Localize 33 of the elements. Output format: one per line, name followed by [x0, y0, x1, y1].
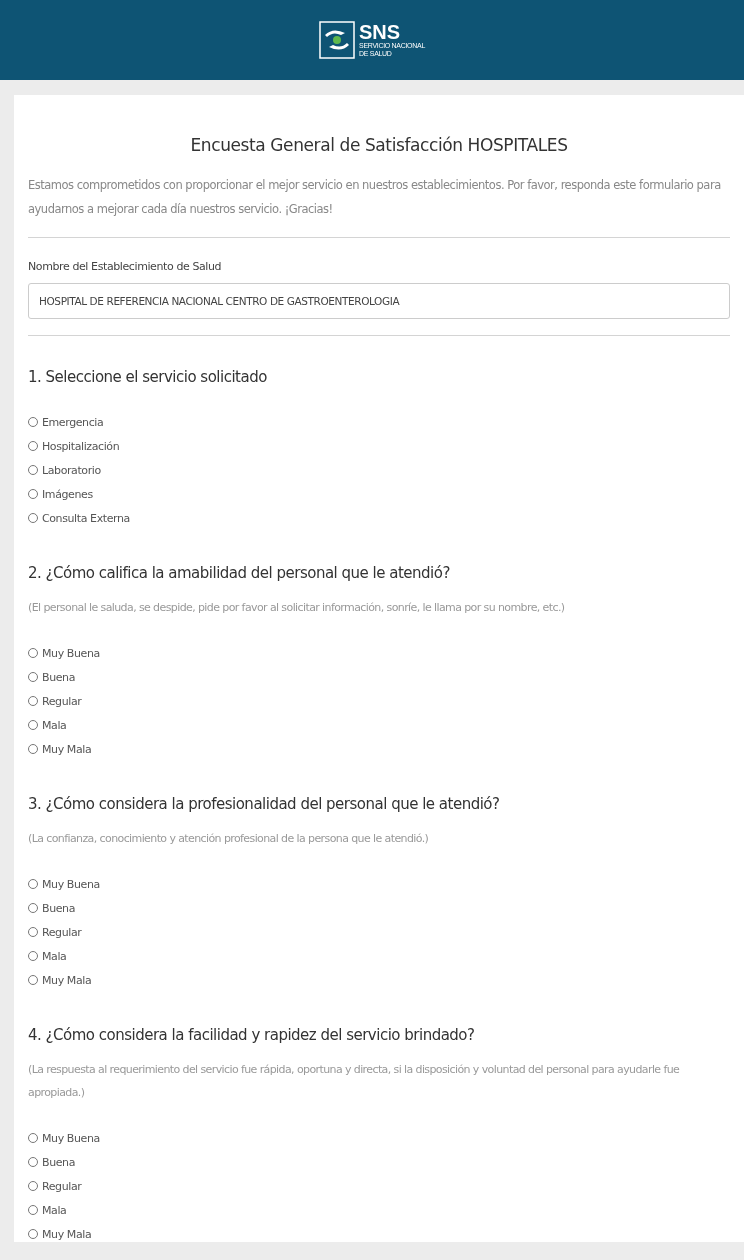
question-title: 1. Seleccione el servicio solicitado: [28, 368, 268, 386]
question-title: 2. ¿Cómo califica la amabilidad del personal que le atendió?: [28, 564, 451, 582]
option-label[interactable]: Emergencia: [42, 415, 104, 429]
option-label[interactable]: Muy Buena: [42, 877, 100, 891]
question-hint: (La confianza, conocimiento y atención profesional de la persona que le atendió.): [28, 831, 430, 847]
option-label[interactable]: Regular: [42, 925, 82, 939]
field-label: Nombre del Establecimiento de Salud: [28, 260, 223, 273]
option-label[interactable]: Regular: [42, 694, 82, 708]
option-label[interactable]: Buena: [42, 670, 75, 684]
question-title: 3. ¿Cómo considera la profesionalidad del personal que le atendió?: [28, 795, 501, 813]
option-label[interactable]: Muy Mala: [42, 1227, 92, 1241]
question-title: 4. ¿Cómo considera la facilidad y rapidez del servicio brindado?: [28, 1026, 476, 1044]
option-label[interactable]: Imágenes: [42, 487, 93, 501]
establishment-field[interactable]: HOSPITAL DE REFERENCIA NACIONAL CENTRO DE GASTROENTEROLOGIA: [28, 283, 730, 319]
option-label[interactable]: Muy Buena: [42, 1131, 100, 1145]
option-label[interactable]: Mala: [42, 718, 67, 732]
option-label[interactable]: Muy Mala: [42, 973, 92, 987]
survey-title: Encuesta General de Satisfacción HOSPITALES: [189, 135, 569, 155]
option-label[interactable]: Regular: [42, 1179, 82, 1193]
option-label[interactable]: Laboratorio: [42, 463, 101, 477]
option-label[interactable]: Mala: [42, 949, 67, 963]
option-label[interactable]: Muy Buena: [42, 646, 100, 660]
option-label[interactable]: Consulta Externa: [42, 511, 130, 525]
logo-title: SNS: [359, 22, 402, 42]
option-label[interactable]: Buena: [42, 1155, 75, 1169]
hands-logo-icon: [319, 21, 355, 59]
question-hint: (El personal le saluda, se despide, pide por favor al solicitar información, sonríe, le llama por su nombre, etc.): [28, 600, 566, 616]
survey-description: Estamos comprometidos con proporcionar el mejor servicio en nuestros establecimientos. Por favor, responda este formulario para ayudarnos a mejorar cada día nuestros servicio. ¡Gracias!: [28, 177, 722, 218]
option-label[interactable]: Hospitalización: [42, 439, 120, 453]
option-label[interactable]: Muy Mala: [42, 742, 92, 756]
option-label[interactable]: Mala: [42, 1203, 67, 1217]
option-label[interactable]: Buena: [42, 901, 75, 915]
question-hint: (La respuesta al requerimiento del servicio fue rápida, oportuna y directa, si la disposición y voluntad del personal para ayudarle fue apropiada.): [28, 1062, 681, 1101]
